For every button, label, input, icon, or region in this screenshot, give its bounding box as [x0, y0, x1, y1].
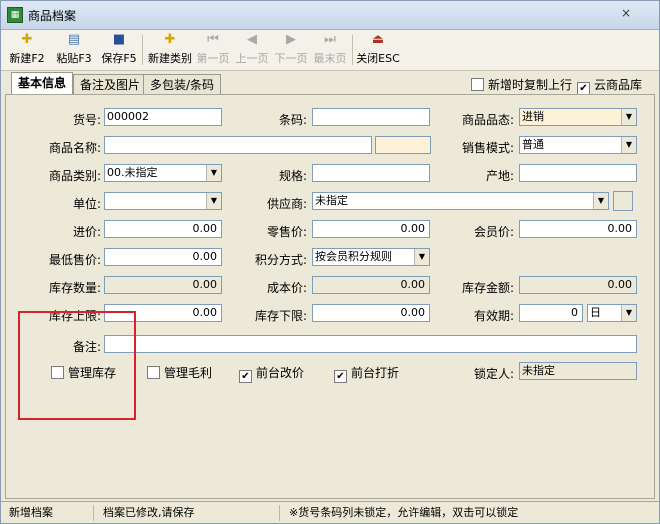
sale-mode-select[interactable]: 普通 ▼ [519, 136, 637, 154]
status-bar: 新增档案 档案已修改,请保存 ※货号条码列未锁定，允许编辑，双击可以锁定 [1, 501, 659, 523]
tab-notes-images[interactable]: 备注及图片 [73, 74, 148, 94]
first-page-icon: ⏮ [207, 32, 219, 47]
origin-input[interactable] [519, 164, 637, 182]
min-price-label: 最低售价: [48, 253, 101, 267]
tab-bar: 基本信息 备注及图片 多包装/条码 新增时复制上行 ✔ 云商品库 [1, 71, 659, 95]
checkmark-icon: ✔ [239, 370, 252, 383]
supplier-label: 供应商: [266, 197, 307, 211]
origin-label: 产地: [485, 169, 514, 183]
close-esc-button[interactable]: ⏏ 关闭ESC [356, 32, 400, 68]
app-icon: ▦ [7, 7, 23, 23]
min-price-input[interactable]: 0.00 [104, 248, 222, 266]
stock-min-input[interactable]: 0.00 [312, 304, 430, 322]
unit-cost-label: 成本价: [266, 281, 307, 295]
basic-info-panel [5, 94, 655, 499]
barcode-input[interactable] [312, 108, 430, 126]
unit-cost-field: 0.00 [312, 276, 430, 294]
new-category-icon: ✚ [164, 32, 176, 47]
sale-mode-label: 销售模式: [461, 141, 514, 155]
locker-field: 未指定 [519, 362, 637, 380]
shelf-life-input[interactable]: 0 [519, 304, 583, 322]
front-discount-checkbox[interactable]: ✔ 前台打折 [334, 364, 399, 383]
close-button[interactable]: × [619, 6, 633, 20]
stock-qty-label: 库存数量: [48, 281, 101, 295]
last-page-button[interactable]: ⏭ 最末页 [312, 32, 348, 68]
remark-input[interactable] [104, 335, 637, 353]
chevron-down-icon: ▼ [414, 249, 429, 265]
new-category-button[interactable]: ✚ 新建类别 [145, 32, 195, 68]
title-bar: ▦ 商品档案 × [1, 1, 659, 30]
chevron-down-icon: ▼ [206, 193, 221, 209]
next-page-button[interactable]: ▶ 下一页 [273, 32, 309, 68]
exit-icon: ⏏ [371, 32, 385, 47]
first-page-button[interactable]: ⏮ 第一页 [195, 32, 231, 68]
chevron-down-icon: ▼ [621, 109, 636, 125]
member-price-input[interactable]: 0.00 [519, 220, 637, 238]
shelf-life-unit-select[interactable]: 日 ▼ [587, 304, 637, 322]
category-label: 商品类别: [48, 169, 101, 183]
cost-price-label: 进价: [72, 225, 101, 239]
unit-select[interactable]: ▼ [104, 192, 222, 210]
spec-input[interactable] [312, 164, 430, 182]
stock-qty-field: 0.00 [104, 276, 222, 294]
tab-basic-info[interactable]: 基本信息 [11, 72, 74, 95]
checkbox-box [147, 366, 160, 379]
manage-margin-checkbox[interactable]: 管理毛利 [147, 364, 212, 381]
points-method-select[interactable]: 按会员积分规则 ▼ [312, 248, 430, 266]
product-name-extra-input[interactable] [375, 136, 431, 154]
paste-icon: ▤ [67, 32, 81, 47]
chevron-down-icon: ▼ [621, 137, 636, 153]
item-no-input[interactable]: 000002 [104, 108, 222, 126]
shelf-life-label: 有效期: [473, 309, 514, 323]
category-select[interactable]: 00.未指定 ▼ [104, 164, 222, 182]
toolbar: ✚ 新建F2 ▤ 粘贴F3 ■ 保存F5 ✚ 新建类别 ⏮ 第一页 ◀ 上一页 … [1, 30, 659, 71]
save-icon: ■ [112, 32, 126, 47]
status-mode: 新增档案 [3, 505, 94, 521]
product-state-select[interactable]: 进销 ▼ [519, 108, 637, 126]
supplier-lookup-button[interactable] [613, 191, 633, 211]
toolbar-divider [352, 35, 353, 65]
new-button[interactable]: ✚ 新建F2 [5, 32, 49, 68]
product-state-label: 商品品态: [461, 113, 514, 127]
locker-label: 锁定人: [473, 367, 514, 381]
stock-amount-field: 0.00 [519, 276, 637, 294]
spec-label: 规格: [278, 169, 307, 183]
front-price-change-checkbox[interactable]: ✔ 前台改价 [239, 364, 304, 383]
chevron-down-icon: ▼ [206, 165, 221, 181]
product-name-input[interactable] [104, 136, 372, 154]
cost-price-input[interactable]: 0.00 [104, 220, 222, 238]
retail-price-label: 零售价: [266, 225, 307, 239]
new-doc-icon: ✚ [21, 32, 33, 47]
next-page-icon: ▶ [286, 32, 296, 47]
prev-page-icon: ◀ [247, 32, 257, 47]
status-hint: ※货号条码列未锁定，允许编辑，双击可以锁定 [289, 506, 519, 519]
chevron-down-icon: ▼ [621, 305, 636, 321]
barcode-label: 条码: [278, 113, 307, 127]
item-no-label: 货号: [72, 113, 101, 127]
highlight-annotation-box [18, 311, 136, 420]
paste-button[interactable]: ▤ 粘贴F3 [52, 32, 96, 68]
chevron-down-icon: ▼ [593, 193, 608, 209]
product-archive-window: ▦ 商品档案 × ✚ 新建F2 ▤ 粘贴F3 ■ 保存F5 ✚ 新建类别 ⏮ 第… [0, 0, 660, 524]
status-modified: 档案已修改,请保存 [97, 505, 280, 521]
tab-packaging-barcode[interactable]: 多包装/条码 [143, 74, 222, 94]
stock-min-label: 库存下限: [254, 309, 307, 323]
retail-price-input[interactable]: 0.00 [312, 220, 430, 238]
last-page-icon: ⏭ [324, 32, 336, 47]
checkbox-box [471, 78, 484, 91]
points-method-label: 积分方式: [254, 253, 307, 267]
supplier-select[interactable]: 未指定 ▼ [312, 192, 609, 210]
product-name-label: 商品名称: [48, 141, 101, 155]
unit-label: 单位: [72, 197, 101, 211]
window-title: 商品档案 [28, 9, 77, 23]
prev-page-button[interactable]: ◀ 上一页 [234, 32, 270, 68]
toolbar-divider [142, 35, 143, 65]
member-price-label: 会员价: [473, 225, 514, 239]
copy-last-row-checkbox[interactable]: 新增时复制上行 [471, 76, 572, 93]
cloud-library-checkbox[interactable]: ✔ 云商品库 [577, 76, 642, 95]
checkmark-icon: ✔ [334, 370, 347, 383]
stock-amount-label: 库存金额: [461, 281, 514, 295]
save-button[interactable]: ■ 保存F5 [97, 32, 141, 68]
